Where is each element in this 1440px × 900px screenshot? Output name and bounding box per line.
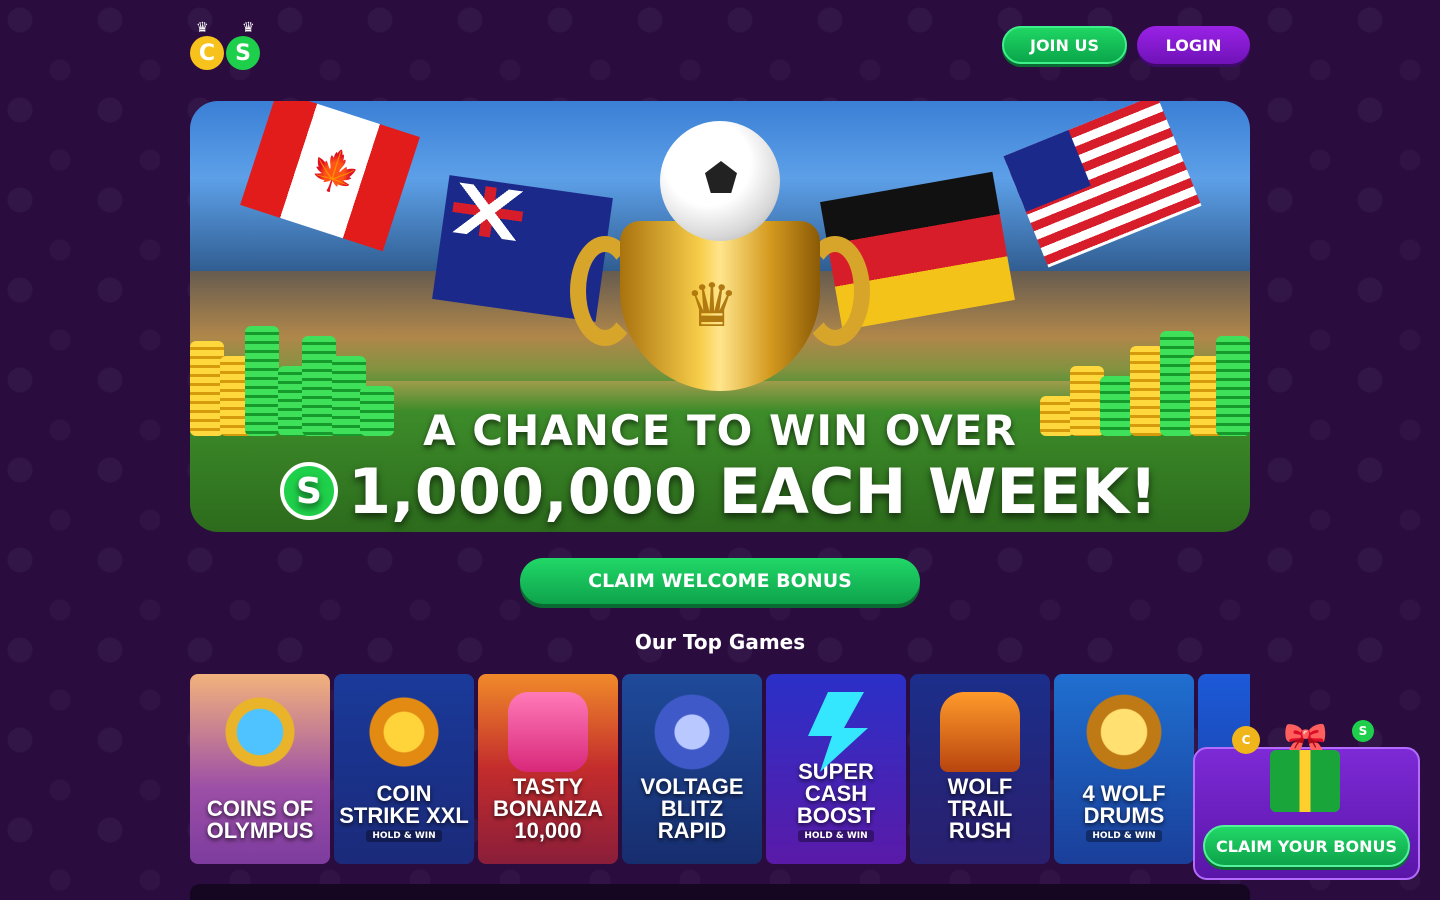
game-title: COINS OF OLYMPUS: [206, 796, 314, 843]
game-art: [220, 692, 300, 772]
top-games-heading: Our Top Games: [634, 630, 806, 654]
wolf-icon: [940, 692, 1020, 772]
claim-your-bonus-button[interactable]: CLAIM YOUR BONUS: [1203, 825, 1410, 867]
sweeps-coin-icon: S: [280, 462, 338, 520]
game-art: [652, 692, 732, 772]
usa-flag: [1003, 101, 1202, 268]
game-badge: HOLD & WIN: [798, 830, 874, 842]
game-tile[interactable]: COIN STRIKE XXL HOLD & WIN: [334, 674, 474, 864]
game-tile[interactable]: WOLF TRAIL RUSH: [910, 674, 1050, 864]
trophy-illustration: ♛: [570, 121, 870, 451]
game-title: VOLTAGE BLITZ RAPID: [640, 774, 744, 843]
drum-icon: [1084, 692, 1164, 772]
coin-icon: S: [1352, 720, 1374, 742]
game-tile[interactable]: SUPER CASH BOOST HOLD & WIN: [766, 674, 906, 864]
logo-coin-s: S: [226, 36, 260, 70]
game-art: [508, 692, 588, 772]
game-title: WOLF TRAIL RUSH: [947, 774, 1013, 843]
hero-banner[interactable]: 🍁 ♛ A CHANCE TO WIN OVER S 1,000,000 EAC…: [190, 101, 1250, 532]
gift-icon: 🎀: [1265, 720, 1345, 815]
game-badge: HOLD & WIN: [366, 830, 442, 842]
logo-coin-c: C: [190, 36, 224, 70]
game-title: SUPER CASH BOOST: [796, 759, 876, 828]
crown-icon: ♛: [685, 271, 739, 341]
hero-prize: S 1,000,000 EACH WEEK!: [280, 451, 1157, 531]
join-us-button[interactable]: JOIN US: [1002, 26, 1127, 64]
footer-bar: [190, 884, 1250, 900]
game-tile[interactable]: 4 WOLF DRUMS HOLD & WIN: [1054, 674, 1194, 864]
hero-headline: A CHANCE TO WIN OVER: [423, 406, 1017, 455]
soccer-ball-icon: [660, 121, 780, 241]
site-header: ♛ ♛ C S JOIN US LOGIN: [190, 18, 1250, 74]
hero-prize-text: 1,000,000 EACH WEEK!: [348, 454, 1158, 528]
game-title: COIN STRIKE XXL: [339, 781, 469, 828]
game-tile[interactable]: VOLTAGE BLITZ RAPID: [622, 674, 762, 864]
login-button[interactable]: LOGIN: [1137, 26, 1250, 64]
game-tile[interactable]: TASTY BONANZA 10,000: [478, 674, 618, 864]
coin-icon: C: [1232, 726, 1260, 754]
canada-flag: 🍁: [240, 101, 420, 252]
game-title: 4 WOLF DRUMS: [1082, 781, 1166, 828]
game-tile[interactable]: COINS OF OLYMPUS: [190, 674, 330, 864]
site-logo[interactable]: ♛ ♛ C S: [190, 18, 265, 74]
game-badge: HOLD & WIN: [1086, 830, 1162, 842]
claim-welcome-bonus-button[interactable]: CLAIM WELCOME BONUS: [520, 558, 920, 604]
game-title: TASTY BONANZA 10,000: [493, 774, 603, 843]
crown-icon: ♛: [196, 20, 209, 36]
crown-icon: ♛: [242, 20, 255, 36]
game-art: [364, 692, 444, 772]
top-games-carousel: COINS OF OLYMPUS COIN STRIKE XXL HOLD & …: [190, 674, 1250, 864]
